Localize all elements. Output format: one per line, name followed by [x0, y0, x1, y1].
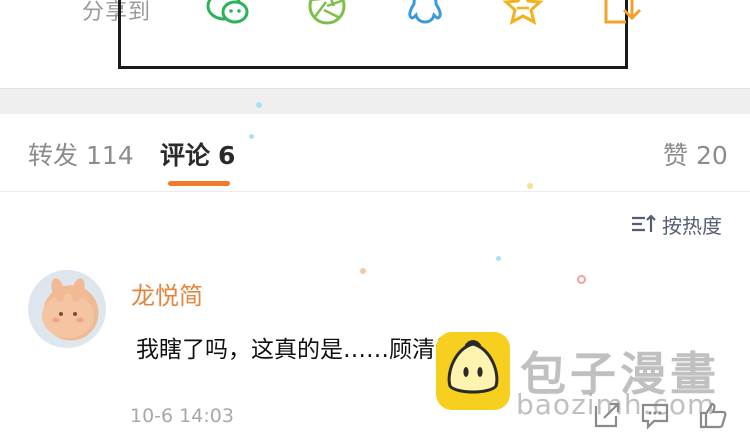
section-divider	[0, 88, 750, 114]
tab-likes-label: 赞	[663, 141, 689, 170]
share-bar: 分享到	[0, 0, 750, 75]
tab-comments-count: 6	[218, 141, 236, 170]
sparkle-dot	[360, 268, 366, 274]
sparkle-dot	[577, 275, 586, 284]
active-tab-indicator	[168, 181, 230, 186]
sort-button[interactable]: 按热度	[630, 209, 722, 239]
sparkle-dot	[249, 134, 254, 139]
tab-reposts-label: 转发	[28, 141, 79, 170]
tab-bar: 转发 114 评论 6 赞 20	[0, 114, 750, 192]
wechat-icon[interactable]	[205, 0, 251, 26]
tab-comments-label: 评论	[160, 141, 211, 170]
sparkle-dot	[496, 256, 501, 261]
sparkle-dot	[527, 183, 533, 189]
tab-reposts[interactable]: 转发 114	[28, 136, 134, 172]
comment-timestamp: 10-6 14:03	[130, 405, 234, 427]
comment-text: 我瞎了吗，这真的是……顾清让？	[136, 337, 481, 363]
avatar[interactable]	[28, 270, 106, 348]
download-icon[interactable]	[600, 0, 646, 26]
moments-icon[interactable]	[304, 0, 350, 26]
sort-icon	[632, 214, 656, 232]
tab-comments[interactable]: 评论 6	[160, 136, 235, 172]
tab-likes[interactable]: 赞 20	[663, 136, 728, 172]
sparkle-dot	[256, 102, 262, 108]
watermark-url: baozimh.com	[516, 388, 716, 421]
watermark-logo	[436, 332, 510, 410]
tab-likes-count: 20	[696, 141, 728, 170]
star-icon[interactable]	[500, 0, 546, 26]
share-frame	[118, 0, 628, 69]
qq-icon[interactable]	[402, 0, 448, 26]
comment-author[interactable]: 龙悦简	[131, 276, 203, 311]
tab-reposts-count: 114	[86, 141, 134, 170]
sort-label: 按热度	[662, 213, 722, 238]
